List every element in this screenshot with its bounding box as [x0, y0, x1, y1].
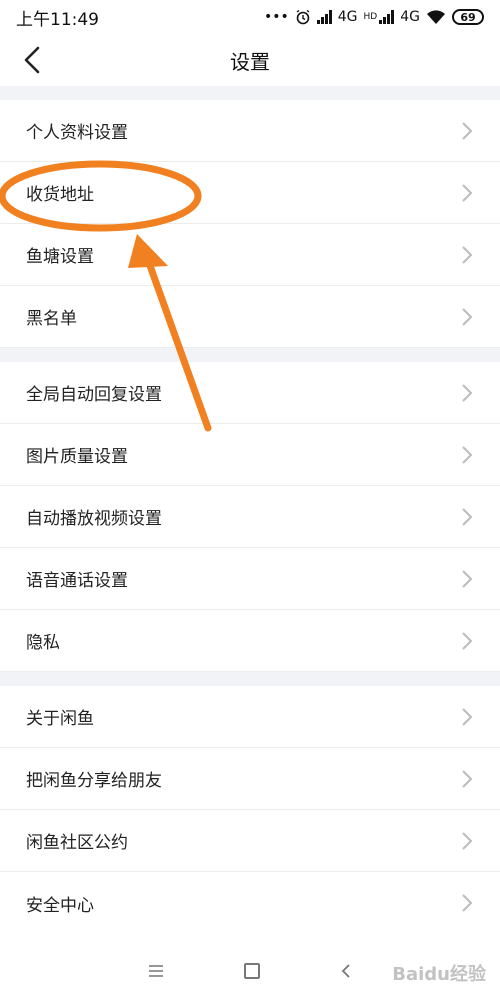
settings-row-label: 关于闲鱼: [26, 709, 94, 729]
chevron-right-icon: [462, 631, 473, 650]
more-dots-icon: •••: [263, 9, 289, 25]
hd-label: HD: [363, 12, 378, 22]
signal-icon-2: [379, 10, 395, 24]
watermark-logo: Baidu经验: [392, 964, 486, 985]
alarm-icon: [296, 9, 310, 25]
chevron-right-icon: [462, 183, 473, 202]
chevron-right-icon: [462, 383, 473, 402]
settings-row[interactable]: 闲鱼社区公约: [0, 810, 500, 872]
settings-row-label: 黑名单: [26, 309, 77, 329]
chevron-right-icon: [462, 769, 473, 788]
settings-row-label: 闲鱼社区公约: [26, 833, 128, 853]
settings-row-label: 隐私: [26, 633, 60, 653]
settings-row[interactable]: 个人资料设置: [0, 100, 500, 162]
status-time: 上午11:49: [16, 9, 99, 30]
back-nav-icon[interactable]: [340, 963, 352, 979]
signal-icon: [316, 10, 332, 24]
status-bar: 上午11:49 ••• 4G HD 4G 69: [0, 0, 500, 34]
settings-list: 个人资料设置 收货地址鱼塘设置黑名单全局自动回复设置 图片质量设置自动播放视频设置语…: [0, 86, 500, 934]
settings-row[interactable]: 隐私: [0, 610, 500, 672]
settings-row-label: 语音通话设置: [26, 571, 128, 591]
settings-row-label: 个人资料设置: [26, 123, 128, 143]
menu-icon[interactable]: [148, 964, 164, 978]
settings-row-label: 全局自动回复设置: [26, 385, 162, 405]
settings-row-label: 安全中心: [26, 895, 94, 916]
group-separator: [0, 672, 500, 686]
settings-row[interactable]: 鱼塘设置: [0, 224, 500, 286]
chevron-right-icon: [462, 307, 473, 326]
settings-row[interactable]: 语音通话设置: [0, 548, 500, 610]
page-title: 设置: [230, 49, 270, 74]
settings-row[interactable]: 收货地址: [0, 162, 500, 224]
settings-row[interactable]: 把闲鱼分享给朋友: [0, 748, 500, 810]
nav-header: 设置: [0, 34, 500, 86]
status-icons: ••• 4G HD 4G 69: [264, 9, 484, 25]
chevron-right-icon: [462, 245, 473, 264]
settings-row[interactable]: 自动播放视频设置: [0, 486, 500, 548]
chevron-right-icon: [462, 507, 473, 526]
chevron-right-icon: [462, 121, 473, 140]
settings-row[interactable]: 关于闲鱼: [0, 686, 500, 748]
wifi-icon: [427, 10, 445, 24]
settings-row-label: 鱼塘设置: [26, 247, 94, 267]
settings-row[interactable]: 安全中心: [0, 872, 500, 934]
settings-row-label: 自动播放视频设置: [26, 509, 162, 529]
settings-row-label: 收货地址: [26, 185, 94, 205]
chevron-right-icon: [462, 569, 473, 588]
settings-row[interactable]: 黑名单: [0, 286, 500, 348]
group-separator: [0, 348, 500, 362]
settings-row-label: 把闲鱼分享给朋友: [26, 771, 162, 791]
battery-icon: 69: [452, 9, 484, 25]
home-icon[interactable]: [244, 963, 260, 979]
settings-row[interactable]: 图片质量设置: [0, 424, 500, 486]
network-4g-label: 4G: [337, 9, 358, 25]
chevron-right-icon: [462, 894, 473, 912]
group-separator: [0, 86, 500, 100]
settings-row-label: 图片质量设置: [26, 447, 128, 467]
back-arrow-icon[interactable]: [18, 44, 48, 76]
network-4g-label-2: 4G: [400, 9, 420, 25]
chevron-right-icon: [462, 707, 473, 726]
chevron-right-icon: [462, 445, 473, 464]
settings-row[interactable]: 全局自动回复设置: [0, 362, 500, 424]
chevron-right-icon: [462, 831, 473, 850]
